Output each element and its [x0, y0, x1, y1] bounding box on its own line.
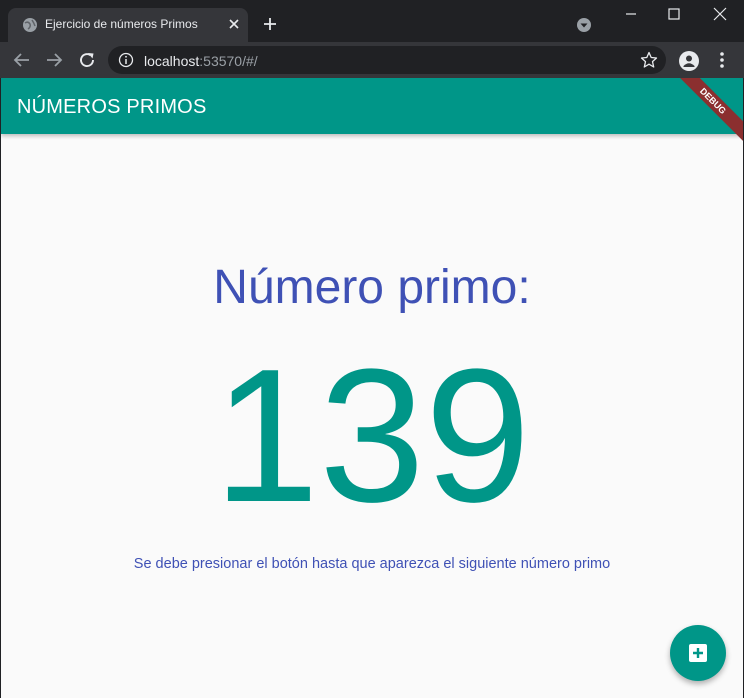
reload-icon[interactable] — [78, 51, 96, 69]
browser-tab[interactable]: Ejercicio de números Primos — [8, 8, 248, 42]
add-box-icon — [689, 644, 707, 662]
browser-titlebar: Ejercicio de números Primos — [0, 0, 744, 42]
star-icon[interactable] — [640, 51, 658, 69]
info-icon[interactable] — [118, 52, 134, 68]
profile-icon[interactable] — [679, 51, 699, 71]
tab-title: Ejercicio de números Primos — [45, 17, 198, 31]
tab-search-icon[interactable] — [576, 17, 592, 33]
url-host: localhost — [144, 53, 200, 69]
maximize-icon[interactable] — [664, 6, 684, 22]
prime-label: Número primo: — [213, 261, 531, 314]
close-icon[interactable] — [226, 16, 242, 32]
address-bar[interactable]: localhost:53570/#/ — [108, 46, 666, 74]
plus-icon[interactable] — [262, 16, 278, 32]
globe-icon — [23, 18, 37, 32]
kebab-menu-icon[interactable] — [714, 51, 730, 69]
app-bar: NÚMEROS PRIMOS DEBUG — [1, 78, 743, 149]
minimize-icon[interactable] — [620, 6, 642, 22]
browser-toolbar: localhost:53570/#/ — [0, 42, 744, 78]
app-viewport: NÚMEROS PRIMOS DEBUG Número primo: 139 S… — [1, 78, 743, 698]
hint-text: Se debe presionar el botón hasta que apa… — [133, 556, 611, 572]
next-prime-button[interactable] — [670, 625, 726, 681]
debug-banner: DEBUG — [665, 78, 743, 149]
window-close-icon[interactable] — [710, 5, 730, 23]
url-text[interactable]: localhost:53570/#/ — [144, 53, 258, 69]
prime-number: 139 — [213, 330, 531, 542]
page-title: NÚMEROS PRIMOS — [17, 96, 207, 118]
arrow-left-icon[interactable] — [13, 51, 31, 69]
url-path: :53570/#/ — [199, 53, 258, 69]
arrow-right-icon[interactable] — [45, 51, 63, 69]
